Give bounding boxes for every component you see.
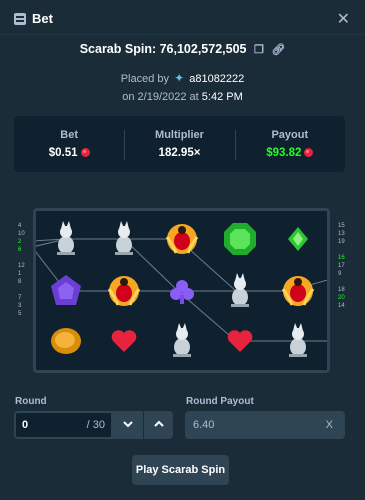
chevron-down-icon <box>123 421 133 428</box>
payline-number: 13 <box>338 231 345 237</box>
ruby-gem-icon <box>304 148 314 158</box>
payline-numbers-left: 4 10 2 6 12 1 8 735 <box>18 222 25 318</box>
stat-payout: Payout $93.82 <box>234 116 345 172</box>
stat-bet: Bet $0.51 <box>14 116 124 172</box>
payline-number: 6 <box>18 247 22 253</box>
chevron-up-icon <box>153 420 164 427</box>
stat-bet-label: Bet <box>60 129 79 141</box>
symbols-layer <box>51 221 315 357</box>
red-heart-gem-icon <box>111 330 137 352</box>
game-board-area: 4 10 2 6 12 1 8 735 15 13 19 16 17 9 18 20 14 <box>0 200 365 380</box>
payline-number: 12 <box>18 263 25 269</box>
placed-by-label: Placed by <box>120 73 170 85</box>
payline-number: 7 <box>18 295 22 301</box>
vip-star-icon: ✦ <box>174 71 185 85</box>
payline-number: 9 <box>338 271 342 277</box>
white-cat-statue-icon <box>173 323 191 357</box>
payline-number: 3 <box>18 303 22 309</box>
white-cat-statue-icon <box>115 221 133 255</box>
slot-reels <box>33 208 330 373</box>
payline-number: 1 <box>18 271 22 277</box>
payline-number: 14 <box>338 303 345 309</box>
date-text: on 2/19/2022 at <box>122 91 199 103</box>
payline-number: 5 <box>18 311 22 317</box>
bet-date: on 2/19/2022 at 5:42 PM <box>0 91 365 103</box>
stat-payout-value: $93.82 <box>235 147 345 159</box>
purple-pentagon-gem-icon <box>51 275 81 305</box>
golden-scarab-icon <box>165 224 199 254</box>
stat-multiplier: Multiplier 182.95× <box>124 116 234 172</box>
play-scarab-spin-button[interactable]: Play Scarab Spin <box>132 455 229 485</box>
payline-number: 2 <box>18 239 22 245</box>
golden-scarab-icon <box>107 276 141 306</box>
bet-list-icon <box>14 13 26 25</box>
reels-svg <box>36 221 327 357</box>
close-icon[interactable]: ✕ <box>337 9 350 29</box>
golden-scarab-icon <box>281 276 315 306</box>
red-heart-gem-icon <box>227 330 253 352</box>
white-cat-statue-icon <box>231 273 249 307</box>
white-cat-statue-icon <box>57 221 75 255</box>
round-input-value[interactable]: 0 <box>22 419 28 431</box>
purple-club-gem-icon <box>170 280 194 304</box>
payline-number: 15 <box>338 223 345 229</box>
stat-multiplier-label: Multiplier <box>155 129 204 141</box>
bet-stats-panel: Bet $0.51 Multiplier 182.95× Payout $93.… <box>14 116 345 172</box>
green-diamond-gem-icon <box>288 227 308 251</box>
username-link[interactable]: a81082222 <box>189 73 244 85</box>
ruby-gem-icon <box>80 148 90 158</box>
payline-number: 20 <box>338 295 345 301</box>
payline-number <box>338 278 345 286</box>
bet-id-title: Scarab Spin: 76,102,572,505 ❐ 🔗︎ <box>0 42 365 56</box>
payout-amount: $93.82 <box>266 147 302 159</box>
chevron-down-button[interactable] <box>113 411 143 439</box>
gold-coin-icon <box>51 328 81 354</box>
payline-number: 18 <box>338 287 345 293</box>
payline-number: 19 <box>338 239 345 245</box>
modal-title: Bet <box>32 11 53 26</box>
white-cat-statue-icon <box>289 323 307 357</box>
payline-number: 4 <box>18 223 22 229</box>
payline-number: 10 <box>18 231 25 237</box>
payline-numbers-right: 15 13 19 16 17 9 18 20 14 <box>338 222 345 310</box>
divider <box>0 34 365 35</box>
copy-icon[interactable]: ❐ <box>254 43 264 56</box>
stat-multiplier-value: 182.95× <box>158 147 201 159</box>
stat-payout-label: Payout <box>271 129 309 141</box>
round-total: / 30 <box>86 419 105 431</box>
bet-amount: $0.51 <box>48 147 78 159</box>
bet-id-text: Scarab Spin: 76,102,572,505 <box>79 42 247 56</box>
round-label: Round <box>15 396 47 407</box>
round-payout-label: Round Payout <box>186 396 254 407</box>
round-payout-field: 6.40 X <box>185 411 345 439</box>
placed-by: Placed by ✦ a81082222 <box>0 71 365 85</box>
payline-number: 17 <box>338 263 345 269</box>
green-octagon-gem-icon <box>224 223 256 255</box>
link-icon[interactable]: 🔗︎ <box>271 43 285 56</box>
payout-x: X <box>325 419 333 431</box>
payline-number <box>18 286 25 294</box>
stat-bet-value: $0.51 <box>14 147 124 159</box>
chevron-up-button[interactable] <box>143 411 173 439</box>
round-input[interactable]: 0 / 30 <box>14 411 113 439</box>
payline-number: 16 <box>338 255 345 261</box>
time-text: 5:42 PM <box>201 91 243 103</box>
payline-number: 8 <box>18 279 22 285</box>
payline-number <box>338 246 345 254</box>
payline-number <box>18 254 25 262</box>
round-payout-value: 6.40 <box>193 419 215 431</box>
